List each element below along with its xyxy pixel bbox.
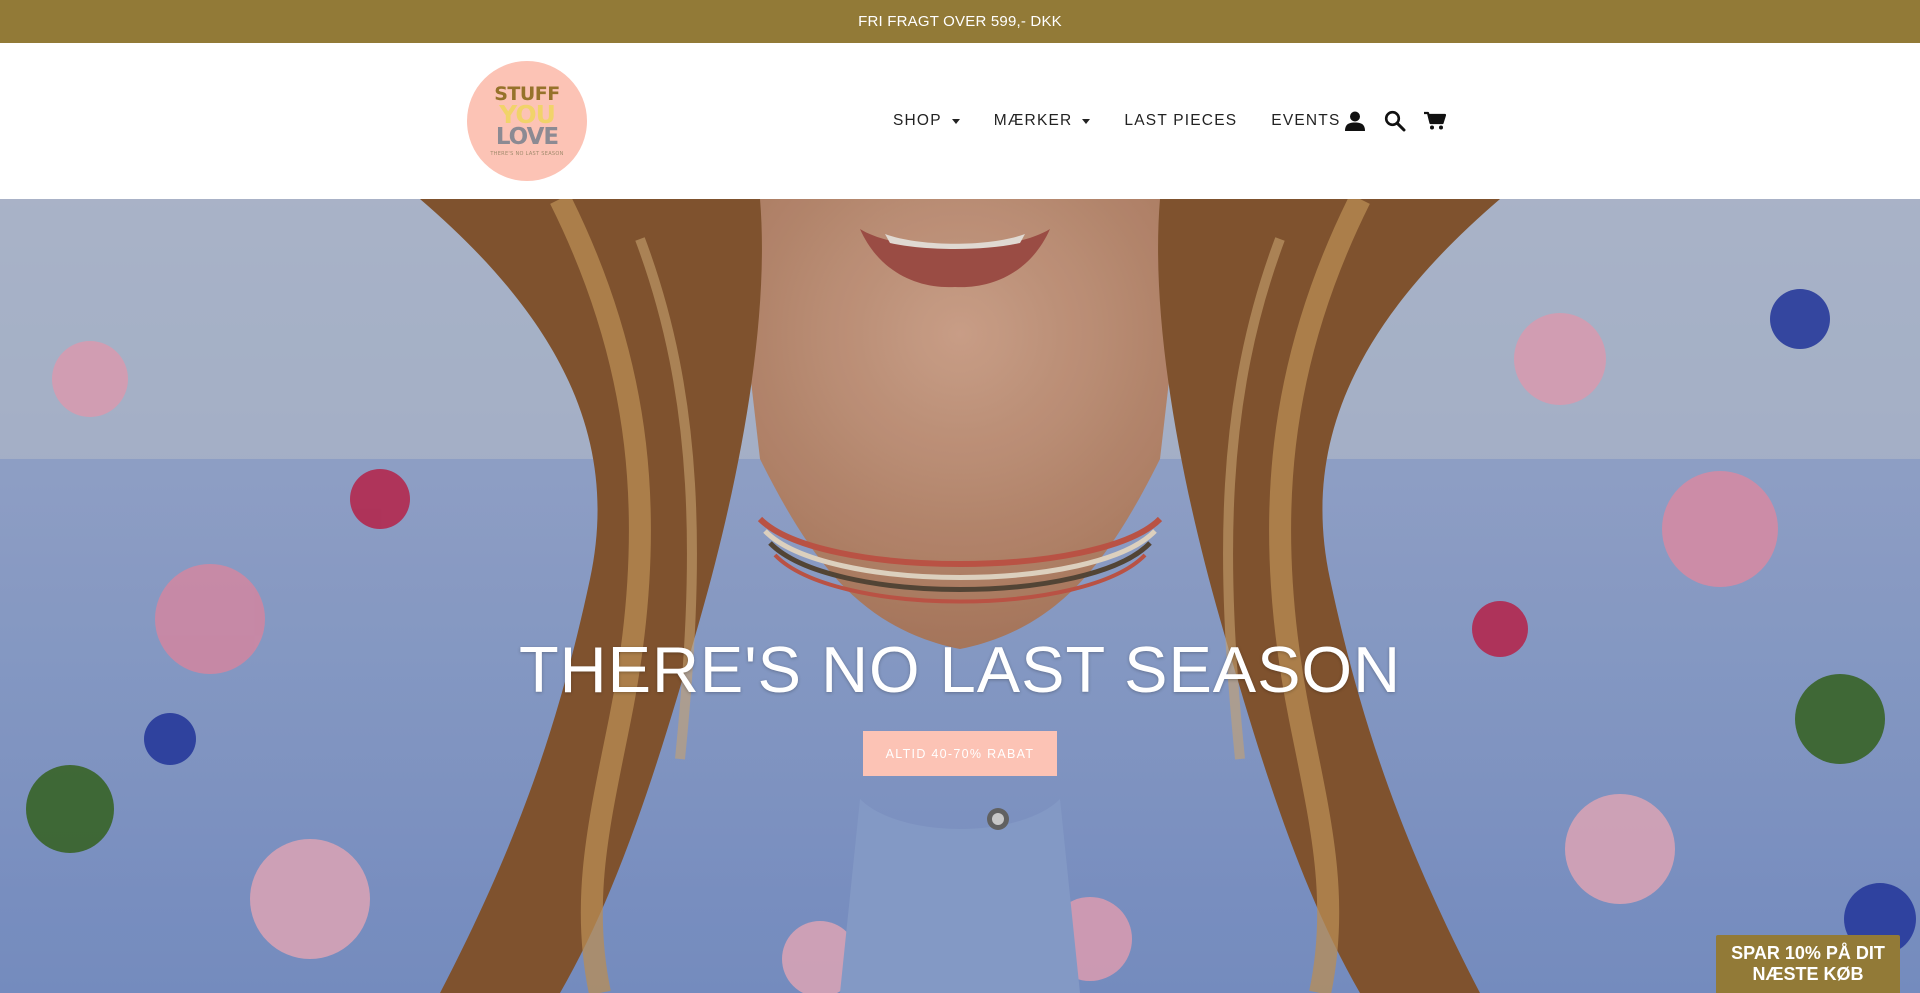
nav-item-label: MÆRKER [993,112,1073,129]
header-icons [1343,43,1463,199]
hero-title: THERE'S NO LAST SEASON [518,633,1402,706]
promo-line-1: SPAR 10% PÅ DIT [1731,943,1885,963]
nav-item-events[interactable]: EVENTS [1271,112,1340,130]
hero-banner: THERE'S NO LAST SEASON ALTID 40-70% RABA… [0,199,1920,993]
site-logo[interactable]: STUFF YOU LOVE THERE'S NO LAST SEASON [467,61,587,181]
account-icon[interactable] [1343,109,1367,133]
hero-cta-button[interactable]: ALTID 40-70% RABAT [863,731,1057,776]
search-icon[interactable] [1383,109,1407,133]
nav-item-last-pieces[interactable]: LAST PIECES [1124,112,1237,130]
logo-tagline: THERE'S NO LAST SEASON [490,151,564,158]
caret-down-icon [1082,118,1091,124]
nav-item-label: EVENTS [1271,112,1341,129]
logo-line-3: LOVE [495,123,559,150]
promo-line-2: NÆSTE KØB [1752,964,1864,984]
caret-down-icon [951,118,960,124]
announcement-text: FRI FRAGT OVER 599,- DKK [858,13,1062,30]
nav-item-maerker[interactable]: MÆRKER [994,112,1091,130]
cart-icon[interactable] [1423,109,1447,133]
nav-item-label: LAST PIECES [1124,112,1238,129]
hero-image [0,199,1920,993]
main-nav: SHOP MÆRKER LAST PIECES EVENTS [893,43,1375,199]
announcement-bar: FRI FRAGT OVER 599,- DKK [0,0,1920,43]
discount-popup-button[interactable]: SPAR 10% PÅ DIT NÆSTE KØB [1716,935,1900,993]
nav-item-shop[interactable]: SHOP [893,112,960,130]
site-header: STUFF YOU LOVE THERE'S NO LAST SEASON SH… [0,43,1920,199]
nav-item-label: SHOP [893,112,942,129]
